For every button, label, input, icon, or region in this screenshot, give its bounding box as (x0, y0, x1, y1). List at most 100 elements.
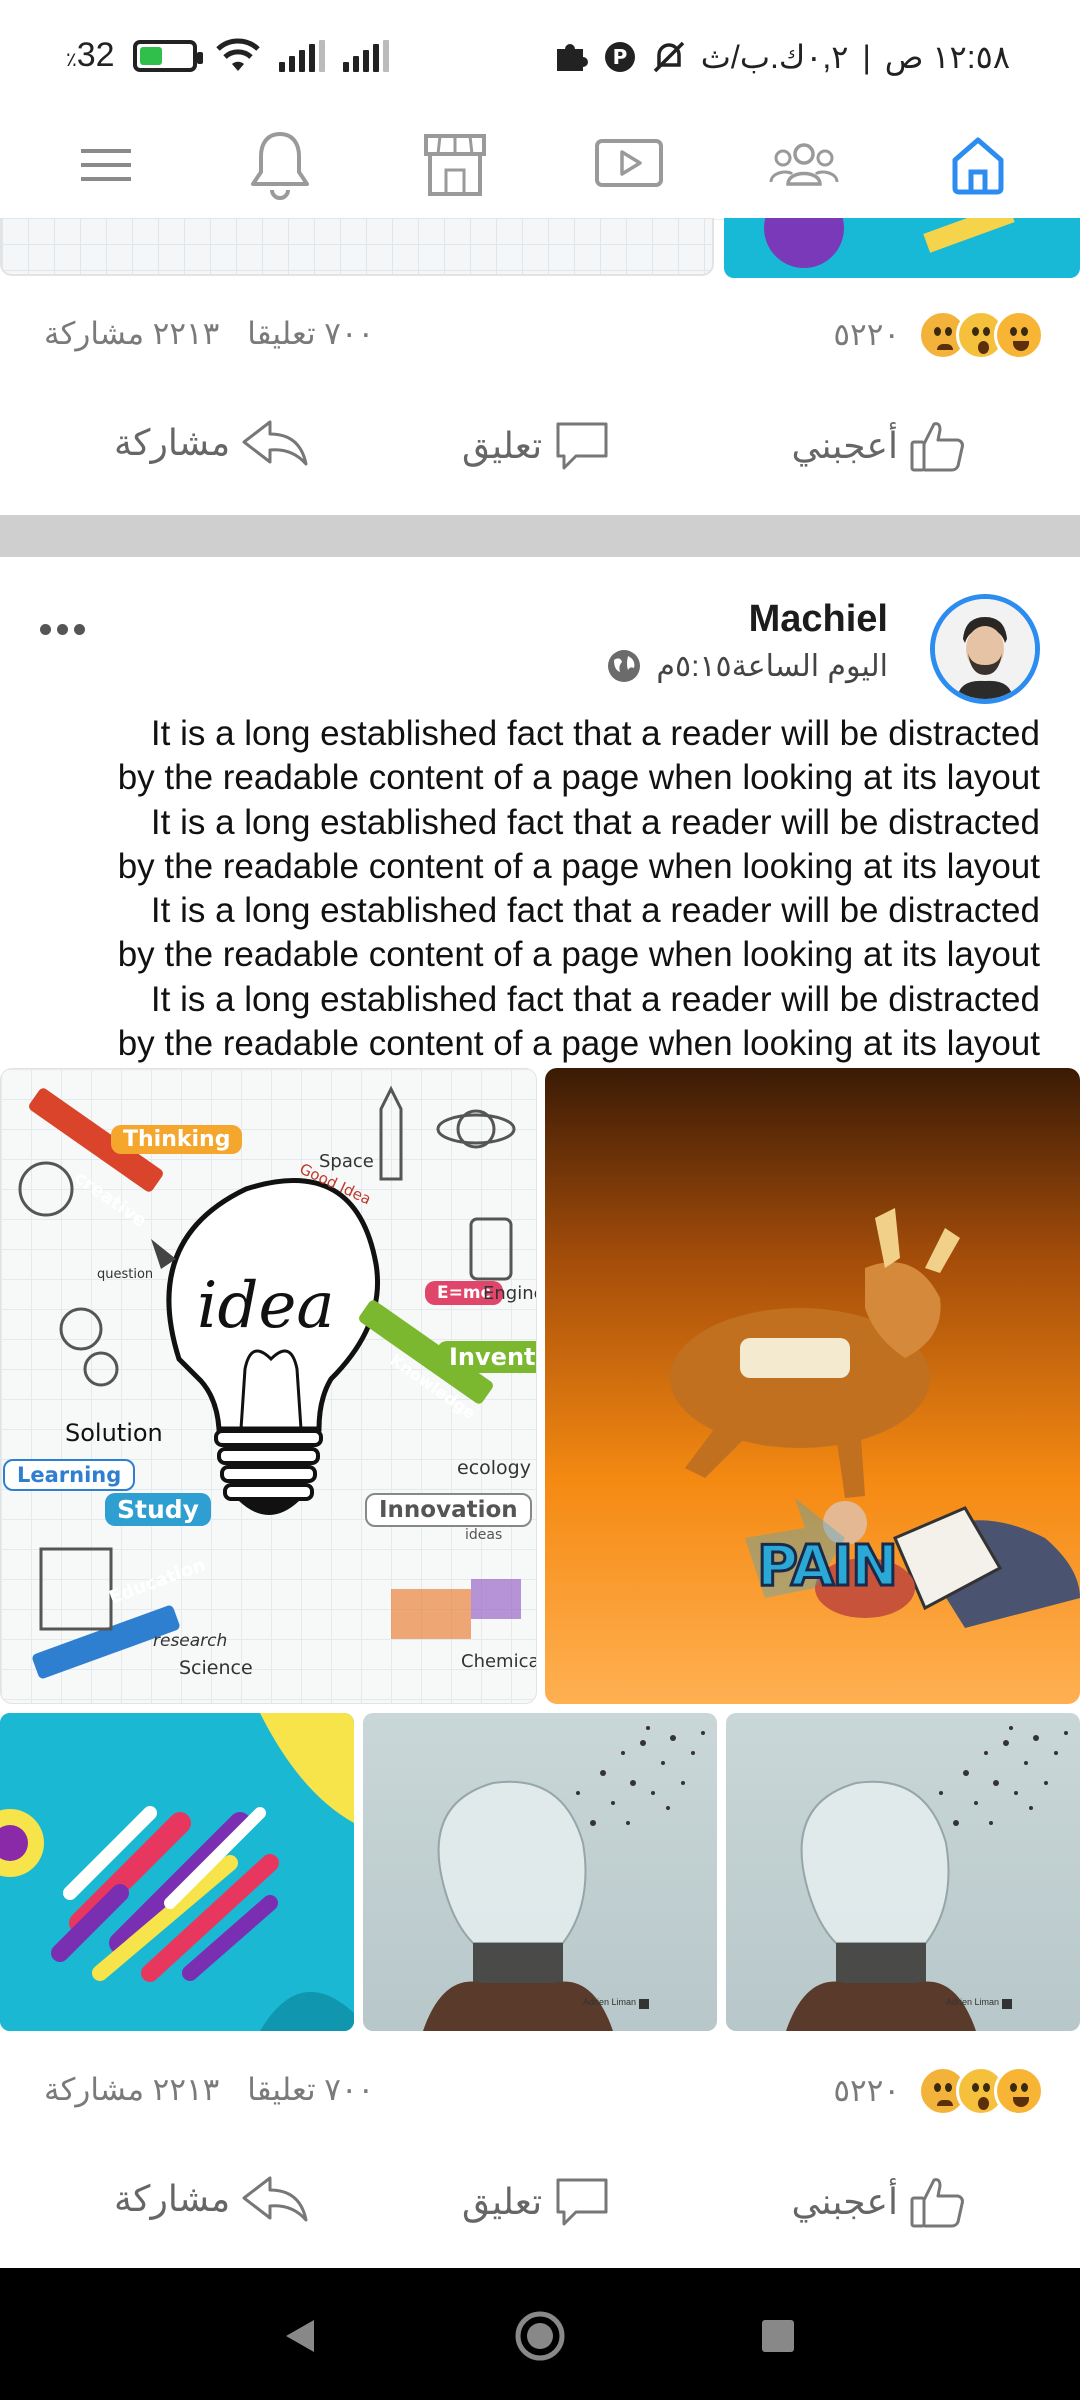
post-image-bulb-1[interactable]: Adrien Liman (363, 1713, 717, 2031)
mute-icon (653, 41, 685, 73)
label-engine: Engine (483, 1283, 536, 1304)
post-text-line: by the readable content of a page when l… (117, 935, 1040, 975)
post-text-line: by the readable content of a page when l… (117, 1024, 1040, 1064)
shares-count[interactable]: ٢٢١٣ مشاركة (44, 2072, 219, 2108)
post-image-idea[interactable]: idea Thinking creative Space Good Idea E… (0, 1068, 537, 1704)
signal-icon-1 (278, 39, 325, 72)
share-label: مشاركة (114, 2178, 231, 2219)
top-navigation (0, 110, 1080, 220)
label-invent: Invent (437, 1341, 536, 1373)
cartoon-illustration (670, 1208, 1080, 1628)
photo-credit: Adrien Liman (946, 1997, 1000, 2007)
previous-post-image-right[interactable] (724, 218, 1080, 278)
reactions-summary[interactable]: ٥٢٢٠ (833, 2066, 1044, 2116)
post-text-line: It is a long established fact that a rea… (150, 714, 1040, 753)
label-ecology: ecology (457, 1457, 531, 1479)
label-study: Study (105, 1493, 211, 1526)
puzzle-icon (556, 44, 588, 71)
label-chemica: Chemica (461, 1651, 537, 1672)
menu-button[interactable] (56, 120, 156, 210)
post-separator (0, 515, 1080, 557)
reactions-summary[interactable]: ٥٢٢٠ (833, 310, 1044, 360)
home-circle-icon (515, 2311, 565, 2361)
store-icon (423, 133, 486, 196)
comment-icon (556, 2178, 608, 2226)
groups-button[interactable] (754, 120, 854, 210)
previous-post-actions: أعجبني تعليق مشاركة (0, 400, 1080, 500)
like-button[interactable]: أعجبني (792, 2174, 968, 2230)
thumbs-up-icon (910, 2178, 964, 2228)
thumbs-up-icon (910, 422, 964, 472)
globe-icon (608, 650, 641, 682)
back-button[interactable] (270, 2306, 330, 2366)
svg-text:P: P (612, 45, 627, 69)
network-speed: ٠,٢ك.ب/ث (700, 39, 849, 75)
recents-button[interactable] (748, 2306, 808, 2366)
avatar-image (935, 599, 1035, 699)
notifications-button[interactable] (230, 120, 330, 210)
previous-post-image-left[interactable] (0, 218, 714, 276)
status-bar: ٪32 ١٢:٥٨ ص | ٠,٢ك.ب/ث P (0, 0, 1080, 110)
post-image-pain[interactable]: PAIN (545, 1068, 1080, 1704)
post-time[interactable]: اليوم الساعة٥:١٥م (656, 649, 888, 684)
post-text-line: It is a long established fact that a rea… (150, 802, 1040, 842)
shares-count[interactable]: ٢٢١٣ مشاركة (44, 316, 219, 352)
reactions-count: ٥٢٢٠ (833, 317, 900, 352)
abstract-illustration (0, 1713, 354, 2031)
photo-credit: Adrien Liman (583, 1997, 637, 2007)
post-image-abstract[interactable] (0, 1713, 354, 2031)
share-button[interactable]: مشاركة (114, 2174, 310, 2224)
post-text-line: It is a long established fact that a rea… (150, 979, 1040, 1019)
label-innovation: Innovation (365, 1493, 532, 1527)
laugh-reaction-icon (994, 310, 1044, 360)
bulb-photo-illustration (423, 1726, 705, 2031)
watch-button[interactable] (579, 120, 679, 210)
comments-count[interactable]: ٧٠٠ تعليقا (247, 2072, 374, 2108)
like-button[interactable]: أعجبني (792, 418, 968, 474)
clock: ١٢:٥٨ ص (884, 39, 1010, 75)
label-ideas: ideas (465, 1527, 503, 1543)
system-home-button[interactable] (510, 2306, 570, 2366)
post-text-line: by the readable content of a page when l… (117, 846, 1040, 886)
laugh-reaction-icon (994, 2066, 1044, 2116)
label-thinking: Thinking (111, 1125, 243, 1154)
author-name[interactable]: Machiel (749, 598, 888, 641)
status-right: ١٢:٥٨ ص | ٠,٢ك.ب/ث P (553, 38, 1010, 76)
post-image-bulb-2[interactable]: Adrien Liman (726, 1713, 1080, 2031)
idea-title: idea (197, 1269, 335, 1343)
groups-icon (769, 142, 839, 186)
comment-icon (556, 422, 608, 470)
previous-post-images (0, 218, 1080, 280)
comment-button[interactable]: تعليق (462, 2174, 612, 2230)
author-avatar[interactable] (930, 594, 1040, 704)
post-meta: اليوم الساعة٥:١٥م (606, 648, 888, 684)
app-notification-icon: P (604, 42, 635, 72)
wifi-icon (215, 38, 260, 71)
share-icon (242, 2176, 308, 2222)
share-button[interactable]: مشاركة (114, 418, 310, 468)
label-research: research (153, 1631, 228, 1651)
share-icon (242, 420, 308, 466)
post-stats: ٧٠٠ تعليقا ٢٢١٣ مشاركة ٥٢٢٠ (0, 2058, 1080, 2128)
like-label: أعجبني (791, 2181, 898, 2222)
label-solution: Solution (65, 1419, 163, 1447)
post-actions: أعجبني تعليق مشاركة (0, 2156, 1080, 2256)
post-text-line: by the readable content of a page when l… (117, 758, 1040, 798)
like-label: أعجبني (791, 425, 898, 466)
comments-count[interactable]: ٧٠٠ تعليقا (247, 316, 374, 352)
post-text-line: It is a long established fact that a rea… (150, 891, 1040, 931)
video-icon (595, 138, 664, 187)
bulb-photo-illustration (786, 1726, 1068, 2031)
label-question: question (97, 1267, 154, 1282)
more-options-button[interactable] (40, 624, 85, 635)
back-icon (286, 2320, 314, 2352)
label-science: Science (179, 1657, 253, 1679)
label-learning: Learning (3, 1459, 136, 1491)
comment-label: تعليق (462, 425, 543, 466)
home-button[interactable] (928, 120, 1028, 210)
marketplace-button[interactable] (405, 120, 505, 210)
home-icon (952, 137, 1004, 194)
share-label: مشاركة (114, 422, 231, 463)
signal-icon-2 (342, 39, 389, 72)
comment-button[interactable]: تعليق (462, 418, 612, 474)
